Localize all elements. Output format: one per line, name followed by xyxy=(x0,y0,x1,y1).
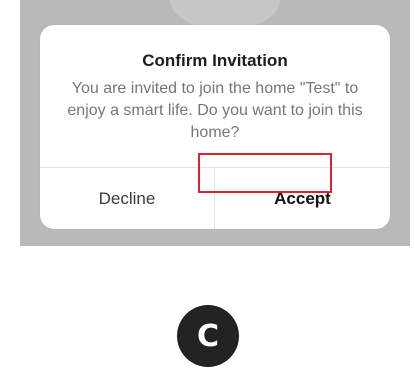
screenshot-stage: Confirm Invitation You are invited to jo… xyxy=(0,0,415,374)
invitation-dialog: Confirm Invitation You are invited to jo… xyxy=(40,25,390,229)
decline-button[interactable]: Decline xyxy=(40,168,214,229)
dialog-title: Confirm Invitation xyxy=(142,51,288,70)
accept-button[interactable]: Accept xyxy=(215,168,390,229)
dialog-message: You are invited to join the home "Test" … xyxy=(67,80,363,141)
step-badge: C xyxy=(177,305,239,367)
